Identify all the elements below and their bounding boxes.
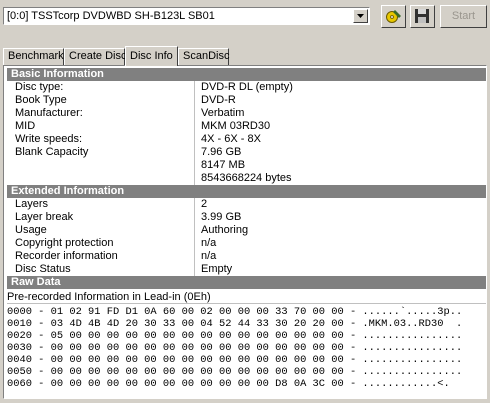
info-value: Empty [201, 263, 233, 275]
eject-button[interactable] [381, 5, 406, 28]
info-value: 7.96 GB [201, 146, 242, 158]
info-row: Usage Authoring [7, 224, 486, 237]
hex-line: 0010 - 03 4D 4B 4D 20 30 33 00 04 52 44 … [7, 318, 463, 330]
info-value: 4X - 6X - 8X [201, 133, 261, 145]
info-key: Layer break [15, 211, 74, 223]
info-value: MKM 03RD30 [201, 120, 271, 132]
tab-create-disc[interactable]: Create Disc [64, 48, 126, 65]
drive-select-value: [0:0] TSSTcorp DVDWBD SH-B123L SB01 [7, 10, 215, 22]
info-key: Book Type [15, 94, 67, 106]
info-key: Manufacturer: [15, 107, 83, 119]
info-value: n/a [201, 237, 217, 249]
hex-line: 0060 - 00 00 00 00 00 00 00 00 00 00 00 … [7, 378, 450, 390]
raw-data-header: Raw Data [7, 276, 486, 289]
hex-line: 0000 - 01 02 91 FD D1 0A 60 00 02 00 00 … [7, 306, 463, 318]
toolbar: [0:0] TSSTcorp DVDWBD SH-B123L SB01 Star… [0, 0, 490, 40]
chevron-down-icon[interactable] [353, 9, 368, 23]
info-key: MID [15, 120, 36, 132]
tab-disc-info[interactable]: Disc Info [125, 46, 178, 66]
info-row: Write speeds: 4X - 6X - 8X [7, 133, 486, 146]
info-row: Book Type DVD-R [7, 94, 486, 107]
floppy-icon [415, 9, 429, 23]
info-row: MID MKM 03RD30 [7, 120, 486, 133]
disc-tools-icon [386, 10, 401, 23]
info-value: Verbatim [201, 107, 245, 119]
drive-select[interactable]: [0:0] TSSTcorp DVDWBD SH-B123L SB01 [3, 7, 370, 25]
basic-info-header: Basic Information [7, 68, 486, 81]
info-key: Write speeds: [15, 133, 83, 145]
info-value: 8147 MB [201, 159, 246, 171]
save-button[interactable] [410, 5, 435, 28]
tab-benchmark[interactable]: Benchmark [3, 48, 64, 65]
info-row: Blank Capacity 7.96 GB [7, 146, 486, 159]
info-value: 8543668224 bytes [201, 172, 292, 184]
info-key: Usage [15, 224, 47, 236]
info-row: Manufacturer: Verbatim [7, 107, 486, 120]
info-row: Layer break 3.99 GB [7, 211, 486, 224]
info-value: DVD-R DL (empty) [201, 81, 293, 93]
hex-line: 0030 - 00 00 00 00 00 00 00 00 00 00 00 … [7, 342, 463, 354]
tab-scandisc[interactable]: ScanDisc [178, 48, 229, 65]
raw-data-subtitle: Pre-recorded Information in Lead-in (0Eh… [7, 291, 211, 303]
info-value: DVD-R [201, 94, 236, 106]
info-row: 8543668224 bytes [7, 172, 486, 185]
info-row: Layers 2 [7, 198, 486, 211]
info-row: Copyright protection n/a [7, 237, 486, 250]
hex-line: 0020 - 05 00 00 00 00 00 00 00 00 00 00 … [7, 330, 463, 342]
info-row: Recorder information n/a [7, 250, 486, 263]
raw-divider [7, 303, 486, 304]
info-key: Disc type: [15, 81, 64, 93]
info-key: Disc Status [15, 263, 71, 275]
info-value: 2 [201, 198, 208, 210]
info-key: Recorder information [15, 250, 118, 262]
hex-line: 0040 - 00 00 00 00 00 00 00 00 00 00 00 … [7, 354, 463, 366]
info-key: Blank Capacity [15, 146, 89, 158]
info-row: Disc type: DVD-R DL (empty) [7, 81, 486, 94]
info-row: 8147 MB [7, 159, 486, 172]
start-button[interactable]: Start [440, 5, 487, 28]
info-value: Authoring [201, 224, 249, 236]
info-key: Layers [15, 198, 49, 210]
hex-line: 0050 - 00 00 00 00 00 00 00 00 00 00 00 … [7, 366, 463, 378]
info-value: n/a [201, 250, 217, 262]
info-key: Copyright protection [15, 237, 114, 249]
info-value: 3.99 GB [201, 211, 242, 223]
extended-info-header: Extended Information [7, 185, 486, 198]
info-row: Disc Status Empty [7, 263, 486, 276]
